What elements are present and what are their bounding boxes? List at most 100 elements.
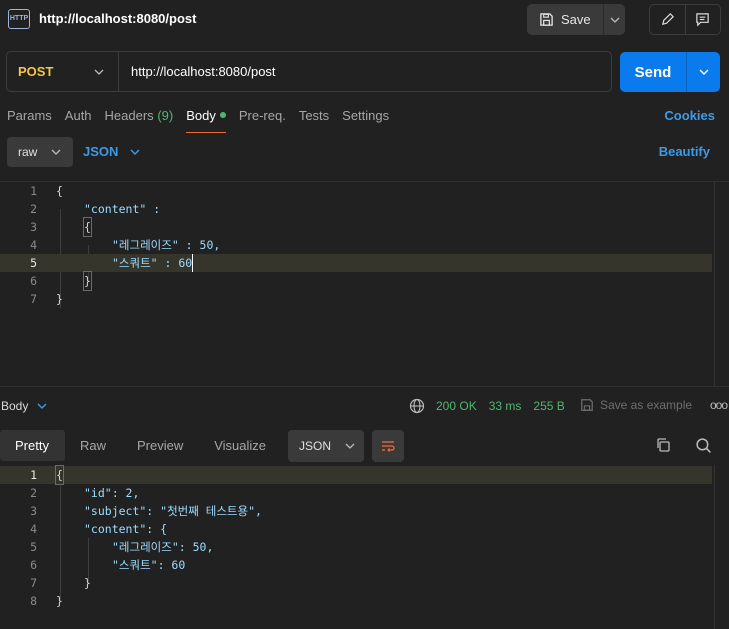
code-text: { — [56, 184, 63, 198]
code-line: 7 } — [0, 290, 712, 308]
tab-body-label: Body — [186, 108, 216, 123]
cookies-link[interactable]: Cookies — [664, 108, 715, 123]
tab-settings[interactable]: Settings — [342, 108, 389, 133]
tab-auth[interactable]: Auth — [65, 108, 92, 133]
code-text: "레그레이즈" : 50, — [112, 238, 221, 252]
edit-button[interactable] — [650, 5, 686, 34]
chevron-down-icon — [51, 149, 61, 155]
response-section-label: Body — [1, 399, 29, 413]
body-mode-select[interactable]: raw — [7, 137, 73, 167]
line-number: 3 — [30, 220, 37, 234]
code-line-current: 5 "스쿼트" : 60 — [0, 254, 712, 272]
send-button[interactable]: Send — [620, 52, 687, 92]
viewer-scrollbar[interactable] — [714, 465, 727, 629]
tab-tests[interactable]: Tests — [299, 108, 329, 133]
copy-icon[interactable] — [655, 437, 671, 453]
response-format-label: JSON — [299, 439, 332, 453]
code-line: 8 } — [0, 592, 712, 610]
tab-raw[interactable]: Raw — [65, 430, 122, 461]
code-text: } — [83, 271, 92, 291]
code-line: 4 "content": { — [0, 520, 712, 538]
chevron-down-icon — [610, 17, 619, 23]
line-number: 5 — [30, 256, 37, 270]
pencil-icon — [661, 13, 674, 26]
save-as-example-button[interactable]: Save as example — [580, 398, 692, 412]
save-label: Save — [561, 12, 591, 27]
tab-headers[interactable]: Headers (9) — [105, 108, 174, 133]
wrap-lines-button[interactable] — [372, 430, 404, 462]
line-number: 1 — [30, 184, 37, 198]
response-tabs: Pretty Raw Preview Visualize — [0, 430, 282, 461]
code-line: 2 "content" : — [0, 200, 712, 218]
code-text: "스쿼트": 60 — [112, 558, 186, 572]
response-time[interactable]: 33 ms — [489, 399, 522, 413]
headers-count-badge: (9) — [157, 108, 174, 123]
code-line: 3 "subject": "첫번째 테스트용", — [0, 502, 712, 520]
comments-button[interactable] — [686, 5, 721, 34]
code-line: 3 { — [0, 217, 712, 237]
save-button[interactable]: Save — [527, 4, 604, 35]
line-number: 2 — [30, 202, 37, 216]
save-options-button[interactable] — [604, 4, 625, 35]
code-text: { — [55, 465, 64, 485]
save-as-example-label: Save as example — [600, 398, 693, 412]
send-button-group: Send — [620, 52, 720, 92]
code-text: "스쿼트" : 60 — [112, 254, 194, 272]
line-number: 7 — [30, 292, 37, 306]
code-text: } — [56, 594, 63, 608]
tab-headers-label: Headers — [104, 108, 154, 123]
save-button-group: Save — [527, 4, 625, 35]
line-number: 4 — [30, 522, 37, 536]
body-language-select[interactable]: JSON — [83, 144, 140, 159]
code-line: 6 "스쿼트": 60 — [0, 556, 712, 574]
line-number: 2 — [30, 486, 37, 500]
status-badge[interactable]: 200 OK — [436, 399, 477, 413]
chevron-down-icon — [94, 69, 104, 75]
response-size[interactable]: 255 B — [533, 399, 564, 413]
editor-actions — [649, 4, 721, 35]
request-tabs: Params Auth Headers (9) Body Pre-req. Te… — [7, 108, 402, 133]
tab-preview[interactable]: Preview — [122, 430, 199, 461]
response-format-select[interactable]: JSON — [288, 430, 364, 462]
code-text: "content" : — [84, 202, 161, 216]
save-icon — [581, 399, 593, 411]
chevron-down-icon — [130, 149, 140, 155]
code-text: "content": { — [84, 522, 168, 536]
line-number: 1 — [30, 468, 37, 482]
code-line: 6 } — [0, 271, 712, 291]
tab-params[interactable]: Params — [7, 108, 52, 133]
tab-visualize[interactable]: Visualize — [199, 430, 282, 461]
response-section-select[interactable]: Body — [1, 399, 47, 413]
url-input[interactable]: http://localhost:8080/post — [119, 64, 276, 79]
search-icon[interactable] — [695, 437, 712, 454]
code-text: } — [56, 292, 63, 306]
send-options-button[interactable] — [687, 52, 720, 92]
beautify-button[interactable]: Beautify — [659, 144, 710, 159]
tab-body[interactable]: Body — [186, 108, 226, 133]
editor-scrollbar[interactable] — [714, 182, 727, 386]
line-number: 6 — [30, 558, 37, 572]
code-line: 2 "id": 2, — [0, 484, 712, 502]
code-text: } — [84, 576, 91, 590]
line-number: 3 — [30, 504, 37, 518]
request-body-editor[interactable]: 1 { 2 "content" : 3 { 4 "레그레이즈" : 50, 5 … — [0, 181, 729, 387]
chevron-down-icon — [37, 403, 47, 409]
line-number: 5 — [30, 540, 37, 554]
code-line: 1 { — [0, 182, 712, 200]
line-number: 7 — [30, 576, 37, 590]
body-indicator-dot — [219, 112, 226, 118]
request-title[interactable]: http://localhost:8080/post — [39, 11, 196, 26]
code-text: { — [83, 217, 92, 237]
globe-icon[interactable] — [409, 398, 425, 414]
code-text: "subject": "첫번째 테스트용", — [84, 504, 262, 518]
code-line: 4 "레그레이즈" : 50, — [0, 236, 712, 254]
method-select[interactable]: POST — [7, 52, 119, 91]
code-text: "레그레이즈": 50, — [112, 540, 214, 554]
more-options-button[interactable]: ooo — [710, 398, 728, 412]
http-icon: HTTP — [8, 9, 30, 29]
wrap-icon — [382, 441, 395, 452]
line-number: 6 — [30, 274, 37, 288]
response-body-viewer[interactable]: 1 { 2 "id": 2, 3 "subject": "첫번째 테스트용", … — [0, 465, 729, 629]
tab-prereq[interactable]: Pre-req. — [239, 108, 286, 133]
tab-pretty[interactable]: Pretty — [0, 430, 65, 461]
